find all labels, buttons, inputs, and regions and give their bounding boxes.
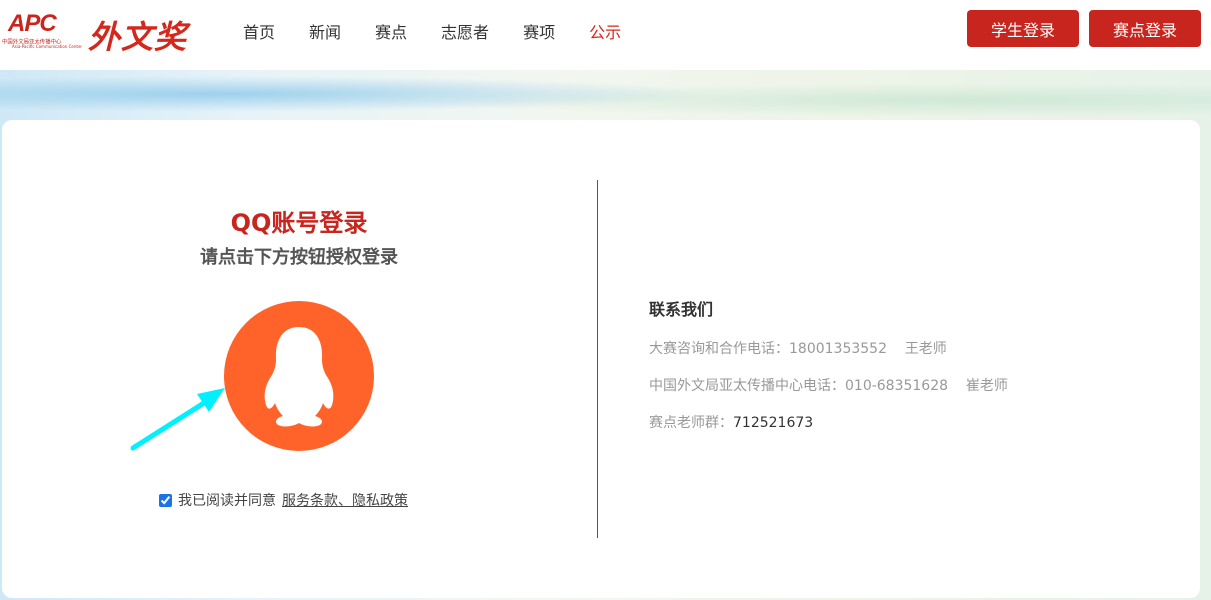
student-login-button[interactable]: 学生登录: [967, 10, 1079, 47]
contact-label: 中国外文局亚太传播中心电话：: [649, 378, 845, 394]
nav-item-news[interactable]: 新闻: [309, 19, 341, 43]
nav-item-venues[interactable]: 赛点: [375, 19, 407, 43]
top-header: APC 中国外文局亚太传播中心 Asia-Pacific Communicati…: [0, 0, 1211, 70]
logo-subtitle-en: Asia-Pacific Communication Center: [12, 44, 83, 49]
login-card: QQ账号登录 请点击下方按钮授权登录 我已阅读并同意 服务条款、隐私政策 联系我…: [2, 120, 1200, 598]
pointer-arrow-icon: [130, 388, 225, 451]
apc-logo[interactable]: APC 中国外文局亚太传播中心 Asia-Pacific Communicati…: [0, 10, 83, 52]
contact-phone: 18001353552: [789, 341, 887, 357]
contact-label: 大赛咨询和合作电话：: [649, 341, 789, 357]
venue-login-button[interactable]: 赛点登录: [1089, 10, 1201, 47]
login-subtitle: 请点击下方按钮授权登录: [200, 247, 398, 268]
login-title: QQ账号登录: [230, 209, 368, 237]
contact-title: 联系我们: [649, 300, 714, 319]
agreement-checkbox[interactable]: [159, 493, 172, 507]
terms-privacy-link[interactable]: 服务条款、隐私政策: [282, 490, 408, 510]
nav-item-home[interactable]: 首页: [243, 19, 275, 43]
group-number: 712521673: [733, 415, 814, 431]
brand-logo-text[interactable]: 外文奖: [88, 12, 187, 58]
agreement-text: 我已阅读并同意: [178, 493, 276, 509]
nav-item-events[interactable]: 赛项: [523, 19, 555, 43]
qq-penguin-icon: [264, 327, 334, 427]
vertical-divider: [597, 180, 598, 538]
contact-phone: 010-68351628: [845, 378, 949, 394]
main-nav: 首页 新闻 赛点 志愿者 赛项 公示: [243, 0, 655, 62]
contact-person: 崔老师: [965, 378, 1008, 394]
nav-item-volunteers[interactable]: 志愿者: [441, 19, 489, 43]
contact-line-center: 中国外文局亚太传播中心电话：010-68351628 崔老师: [649, 375, 1008, 395]
nav-item-announcements[interactable]: 公示: [589, 19, 621, 43]
contact-person: 王老师: [904, 341, 947, 357]
contact-section: 联系我们 大赛咨询和合作电话：18001353552 王老师 中国外文局亚太传播…: [649, 296, 1008, 449]
agreement-row: 我已阅读并同意 服务条款、隐私政策: [159, 490, 408, 510]
logo-apc-text: APC: [8, 10, 57, 37]
qq-login-button[interactable]: [224, 301, 374, 451]
group-label: 赛点老师群：: [649, 415, 733, 431]
contact-line-group: 赛点老师群：712521673: [649, 412, 1008, 432]
contact-line-consult: 大赛咨询和合作电话：18001353552 王老师: [649, 338, 1008, 358]
